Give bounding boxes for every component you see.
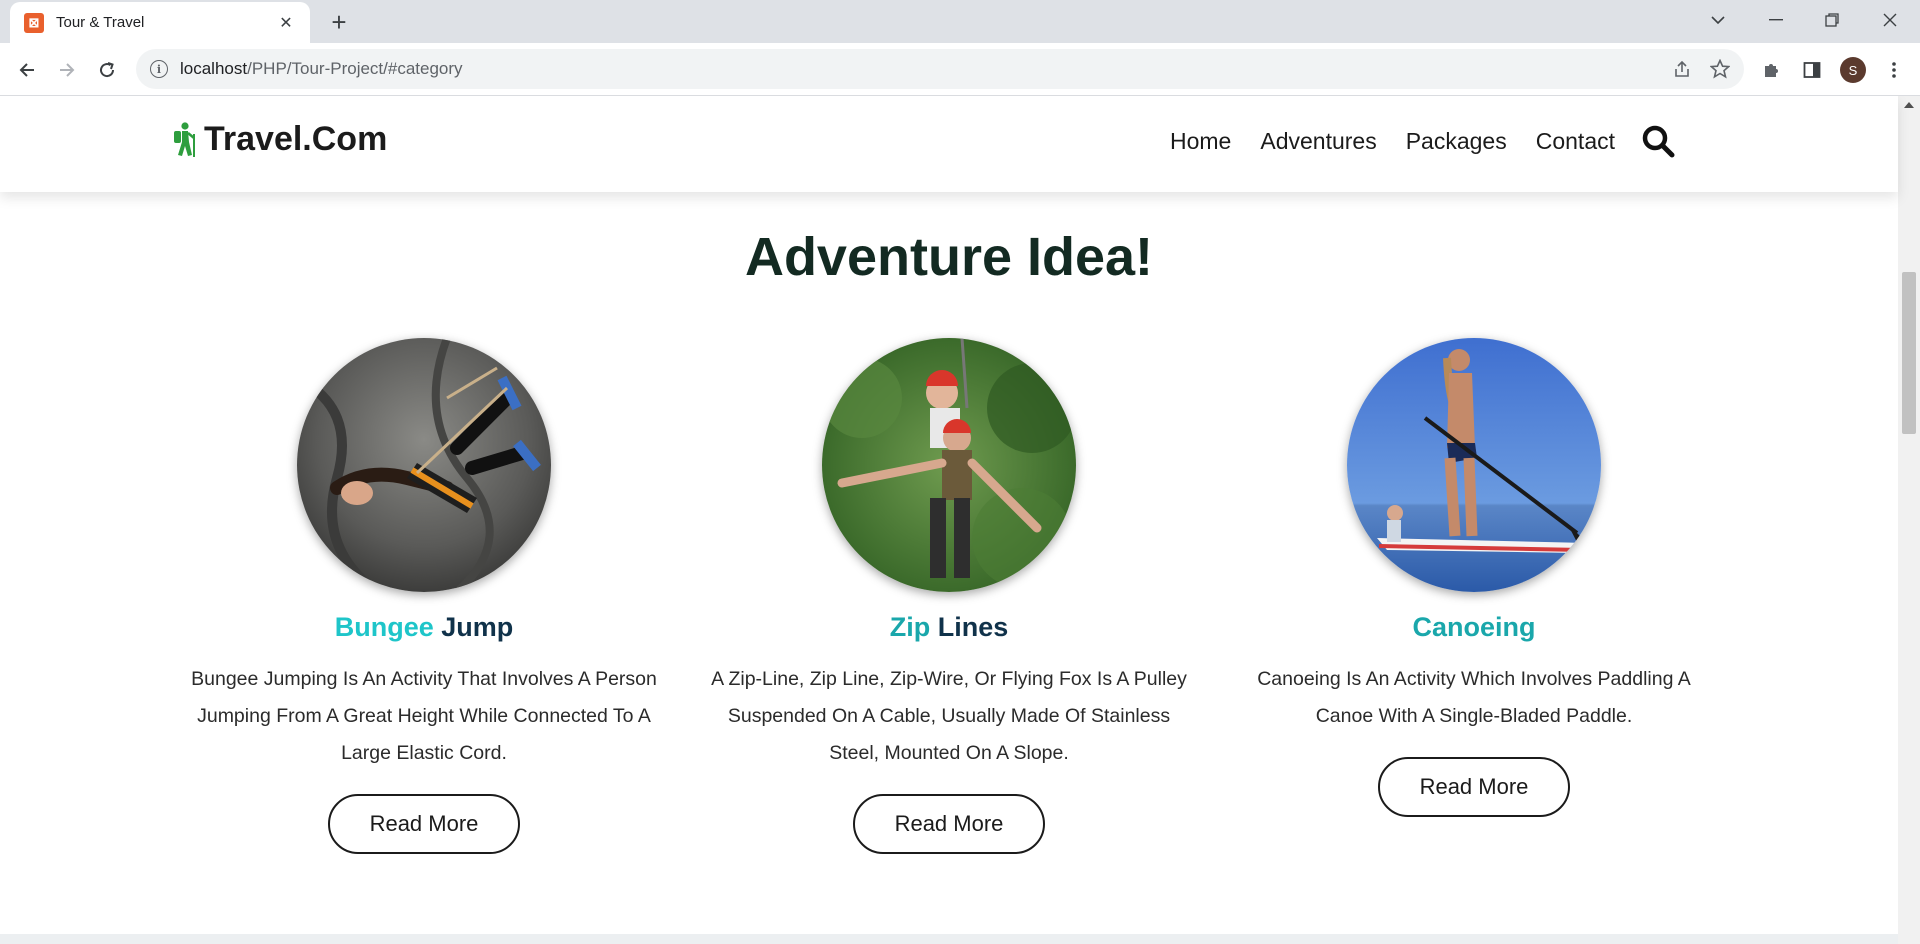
- profile-avatar[interactable]: S: [1840, 57, 1866, 83]
- nav-packages[interactable]: Packages: [1406, 128, 1507, 155]
- address-bar[interactable]: i localhost/PHP/Tour-Project/#category: [136, 49, 1744, 89]
- tab-favicon-icon: ⊠: [24, 12, 44, 33]
- extensions-puzzle-icon[interactable]: [1758, 56, 1786, 84]
- browser-tab[interactable]: ⊠ Tour & Travel ✕: [10, 2, 310, 43]
- site-header: Travel.Com Home Adventures Packages Cont…: [0, 96, 1898, 192]
- read-more-button[interactable]: Read More: [853, 794, 1045, 854]
- card-title-accent: Zip: [889, 612, 931, 642]
- card-title-accent: Bungee: [334, 612, 434, 642]
- nav-contact[interactable]: Contact: [1536, 128, 1615, 155]
- read-more-button[interactable]: Read More: [328, 794, 520, 854]
- main-nav: Home Adventures Packages Contact: [1141, 124, 1675, 158]
- card-title-accent: Canoeing: [1412, 612, 1536, 642]
- card-title: Bungee Jump: [179, 612, 669, 643]
- scroll-thumb[interactable]: [1902, 272, 1916, 434]
- canoeing-photo: [1347, 338, 1601, 592]
- forward-icon[interactable]: [50, 53, 84, 87]
- side-panel-icon[interactable]: [1798, 56, 1826, 84]
- card-description: Bungee Jumping Is An Activity That Invol…: [191, 668, 657, 764]
- search-icon[interactable]: [1641, 124, 1675, 158]
- scroll-up-arrow-icon[interactable]: [1904, 102, 1914, 108]
- share-icon[interactable]: [1672, 59, 1692, 79]
- card-description: Canoeing Is An Activity Which Involves P…: [1257, 668, 1691, 727]
- more-menu-icon[interactable]: [1880, 56, 1908, 84]
- site-logo[interactable]: Travel.Com: [170, 120, 387, 159]
- adventure-card-bungee: Bungee Jump Bungee Jumping Is An Activit…: [179, 338, 669, 854]
- tab-close-icon[interactable]: ✕: [276, 13, 296, 33]
- card-title: Canoeing: [1229, 612, 1719, 643]
- logo-text: Travel.Com: [204, 120, 388, 158]
- url-host: localhost: [180, 59, 248, 78]
- zip-line-photo: [822, 338, 1076, 592]
- card-description: A Zip-Line, Zip Line, Zip-Wire, Or Flyin…: [711, 668, 1187, 764]
- nav-home[interactable]: Home: [1170, 128, 1231, 155]
- adventure-card-zip-lines: Zip Lines A Zip-Line, Zip Line, Zip-Wire…: [704, 338, 1194, 854]
- url-text: localhost/PHP/Tour-Project/#category: [180, 59, 463, 79]
- card-title: Zip Lines: [704, 612, 1194, 643]
- url-path: /PHP/Tour-Project/#category: [247, 59, 463, 78]
- read-more-button[interactable]: Read More: [1378, 757, 1570, 817]
- site-info-icon[interactable]: i: [150, 60, 168, 78]
- close-window-icon[interactable]: [1862, 0, 1918, 40]
- next-section-edge: [0, 934, 1898, 944]
- back-icon[interactable]: [10, 53, 44, 87]
- minimize-icon[interactable]: [1748, 0, 1804, 40]
- restore-icon[interactable]: [1804, 0, 1860, 40]
- bookmark-star-icon[interactable]: [1710, 59, 1730, 79]
- page-viewport: Travel.Com Home Adventures Packages Cont…: [0, 96, 1920, 944]
- browser-toolbar: i localhost/PHP/Tour-Project/#category S: [0, 43, 1920, 96]
- browser-tabstrip: ⊠ Tour & Travel ✕ +: [0, 0, 1920, 43]
- adventure-card-canoeing: Canoeing Canoeing Is An Activity Which I…: [1229, 338, 1719, 817]
- nav-adventures[interactable]: Adventures: [1260, 128, 1376, 155]
- tab-title: Tour & Travel: [56, 14, 145, 31]
- bungee-jump-photo: [297, 338, 551, 592]
- section-title: Adventure Idea!: [744, 227, 1154, 287]
- card-title-rest: Jump: [433, 612, 514, 642]
- card-title-rest: Lines: [930, 612, 1009, 642]
- reload-icon[interactable]: [90, 53, 124, 87]
- tab-search-icon[interactable]: [1690, 0, 1746, 40]
- hiker-icon: [174, 121, 195, 157]
- page-scrollbar[interactable]: [1898, 96, 1920, 944]
- new-tab-button[interactable]: +: [325, 8, 353, 36]
